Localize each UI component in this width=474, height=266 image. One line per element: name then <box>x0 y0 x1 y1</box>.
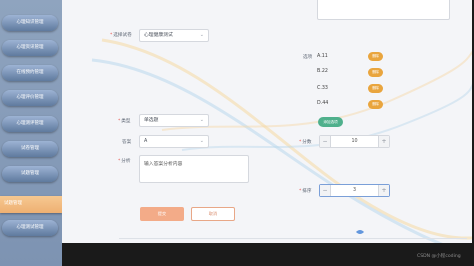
answer-select[interactable]: A ⌄ <box>139 135 209 148</box>
score-stepper[interactable]: − 10 + <box>319 135 390 148</box>
delete-option-b-button[interactable]: 删除 <box>368 68 383 77</box>
score-label: *分数 <box>299 140 312 145</box>
add-option-button[interactable]: 添加选项 <box>318 117 343 127</box>
sidebar-item-tests[interactable]: 心理测试管理 <box>2 220 58 236</box>
sidebar-item-assessment[interactable]: 心理测评管理 <box>2 116 58 132</box>
sidebar-item-questions[interactable]: 试题管理 <box>2 166 58 182</box>
sort-stepper[interactable]: − 3 + <box>319 184 390 197</box>
option-d: D.44 <box>317 101 329 106</box>
chevron-down-icon: ⌄ <box>199 32 204 38</box>
sort-label: *排序 <box>299 189 312 194</box>
sidebar-item-evaluation[interactable]: 心理评价管理 <box>2 90 58 106</box>
sidebar-item-questions-active[interactable]: 试题管理 <box>0 196 62 213</box>
plus-icon[interactable]: + <box>378 185 389 196</box>
score-value: 10 <box>351 139 358 144</box>
paper-value: 心理健康测试 <box>144 33 173 38</box>
plus-icon[interactable]: + <box>378 136 389 147</box>
type-label: *类型 <box>118 119 131 124</box>
main-content: *选择试卷 心理健康测试 ⌄ 选项 A.11 删除 B.22 删除 C.33 删… <box>62 0 472 243</box>
answer-value: A <box>144 139 148 144</box>
delete-option-a-button[interactable]: 删除 <box>368 52 383 61</box>
analysis-textarea[interactable]: 输入答案分析内容 <box>139 155 249 183</box>
paper-select[interactable]: 心理健康测试 ⌄ <box>139 29 209 42</box>
options-label: 选项 <box>303 55 313 60</box>
cursor-icon <box>356 230 364 234</box>
analysis-label: *分析 <box>118 159 131 164</box>
sort-value[interactable]: 3 <box>330 185 379 196</box>
type-select[interactable]: 单选题 ⌄ <box>139 114 209 127</box>
top-textarea[interactable] <box>317 0 450 20</box>
sidebar-item-knowledge[interactable]: 心理知识管理 <box>2 15 58 31</box>
watermark: CSDN @小程coding <box>417 254 461 259</box>
delete-option-d-button[interactable]: 删除 <box>368 100 383 109</box>
analysis-placeholder: 输入答案分析内容 <box>144 162 183 167</box>
type-value: 单选题 <box>144 118 159 123</box>
answer-label: 答案 <box>122 140 132 145</box>
cancel-button[interactable]: 取消 <box>191 207 235 221</box>
chevron-down-icon: ⌄ <box>199 138 204 144</box>
delete-option-c-button[interactable]: 删除 <box>368 84 383 93</box>
option-c: C.33 <box>317 86 328 91</box>
option-b: B.22 <box>317 69 328 74</box>
sidebar: 心理知识管理 心理资讯管理 在线预约管理 心理评价管理 心理测评管理 试卷管理 … <box>0 0 62 266</box>
submit-button[interactable]: 提交 <box>140 207 184 221</box>
chevron-down-icon: ⌄ <box>199 117 204 123</box>
option-a: A.11 <box>317 54 328 59</box>
sidebar-item-appointment[interactable]: 在线预约管理 <box>2 65 58 81</box>
paper-label: *选择试卷 <box>110 33 132 38</box>
sidebar-item-papers[interactable]: 试卷管理 <box>2 141 58 157</box>
sidebar-item-news[interactable]: 心理资讯管理 <box>2 40 58 56</box>
